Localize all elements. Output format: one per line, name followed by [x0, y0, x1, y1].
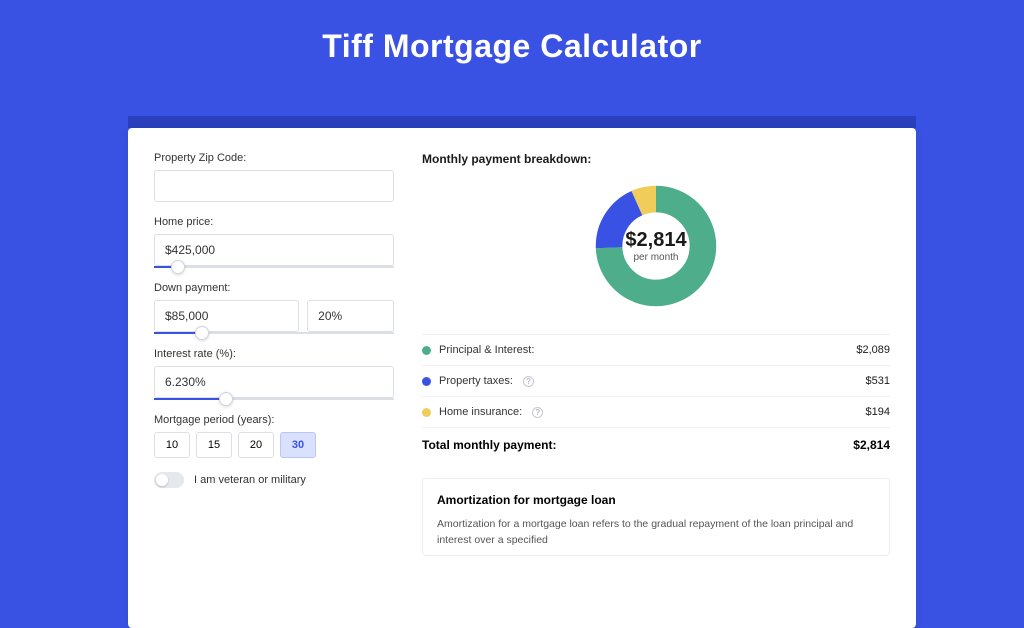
- interest-rate-slider[interactable]: [154, 398, 394, 400]
- line-item-insurance: Home insurance: ? $194: [422, 396, 890, 427]
- veteran-toggle-row: I am veteran or military: [154, 472, 394, 488]
- period-btn-15[interactable]: 15: [196, 432, 232, 458]
- slider-thumb[interactable]: [219, 392, 233, 406]
- line-item-principal: Principal & Interest: $2,089: [422, 334, 890, 365]
- line-value: $2,089: [856, 344, 890, 356]
- breakdown-column: Monthly payment breakdown: $2,814 per mo…: [422, 152, 890, 628]
- home-price-slider[interactable]: [154, 266, 394, 268]
- down-payment-field: Down payment:: [154, 282, 394, 334]
- home-price-label: Home price:: [154, 216, 394, 228]
- info-icon[interactable]: ?: [532, 407, 543, 418]
- dot-icon: [422, 408, 431, 417]
- slider-thumb[interactable]: [171, 260, 185, 274]
- slider-fill: [154, 398, 226, 400]
- total-row: Total monthly payment: $2,814: [422, 427, 890, 462]
- donut-sub: per month: [625, 252, 686, 263]
- total-value: $2,814: [853, 438, 890, 452]
- zip-label: Property Zip Code:: [154, 152, 394, 164]
- amortization-box: Amortization for mortgage loan Amortizat…: [422, 478, 890, 556]
- dot-icon: [422, 346, 431, 355]
- period-btn-10[interactable]: 10: [154, 432, 190, 458]
- zip-field: Property Zip Code:: [154, 152, 394, 202]
- veteran-label: I am veteran or military: [194, 474, 306, 486]
- panel-shadow: [128, 116, 916, 128]
- line-value: $531: [866, 375, 890, 387]
- donut-chart: $2,814 per month: [422, 176, 890, 316]
- mortgage-period-field: Mortgage period (years): 10 15 20 30: [154, 414, 394, 458]
- amortization-title: Amortization for mortgage loan: [437, 493, 875, 507]
- down-payment-input[interactable]: [154, 300, 299, 332]
- dot-icon: [422, 377, 431, 386]
- interest-rate-field: Interest rate (%):: [154, 348, 394, 400]
- down-payment-slider[interactable]: [154, 332, 394, 334]
- amortization-text: Amortization for a mortgage loan refers …: [437, 517, 875, 549]
- info-icon[interactable]: ?: [523, 376, 534, 387]
- slider-thumb[interactable]: [195, 326, 209, 340]
- donut-center: $2,814 per month: [625, 229, 686, 263]
- line-label: Principal & Interest:: [439, 344, 534, 356]
- down-payment-pct-input[interactable]: [307, 300, 394, 332]
- interest-rate-input[interactable]: [154, 366, 394, 398]
- interest-rate-label: Interest rate (%):: [154, 348, 394, 360]
- mortgage-period-label: Mortgage period (years):: [154, 414, 394, 426]
- total-label: Total monthly payment:: [422, 438, 556, 452]
- line-item-taxes: Property taxes: ? $531: [422, 365, 890, 396]
- period-btn-30[interactable]: 30: [280, 432, 316, 458]
- inputs-column: Property Zip Code: Home price: Down paym…: [154, 152, 394, 628]
- down-payment-label: Down payment:: [154, 282, 394, 294]
- veteran-toggle[interactable]: [154, 472, 184, 488]
- home-price-input[interactable]: [154, 234, 394, 266]
- line-label: Property taxes:: [439, 375, 513, 387]
- period-buttons: 10 15 20 30: [154, 432, 394, 458]
- calculator-panel: Property Zip Code: Home price: Down paym…: [128, 128, 916, 628]
- donut-amount: $2,814: [625, 229, 686, 252]
- period-btn-20[interactable]: 20: [238, 432, 274, 458]
- toggle-knob: [156, 474, 168, 486]
- line-label: Home insurance:: [439, 406, 522, 418]
- line-value: $194: [866, 406, 890, 418]
- home-price-field: Home price:: [154, 216, 394, 268]
- page-title: Tiff Mortgage Calculator: [0, 0, 1024, 83]
- breakdown-title: Monthly payment breakdown:: [422, 152, 890, 166]
- zip-input[interactable]: [154, 170, 394, 202]
